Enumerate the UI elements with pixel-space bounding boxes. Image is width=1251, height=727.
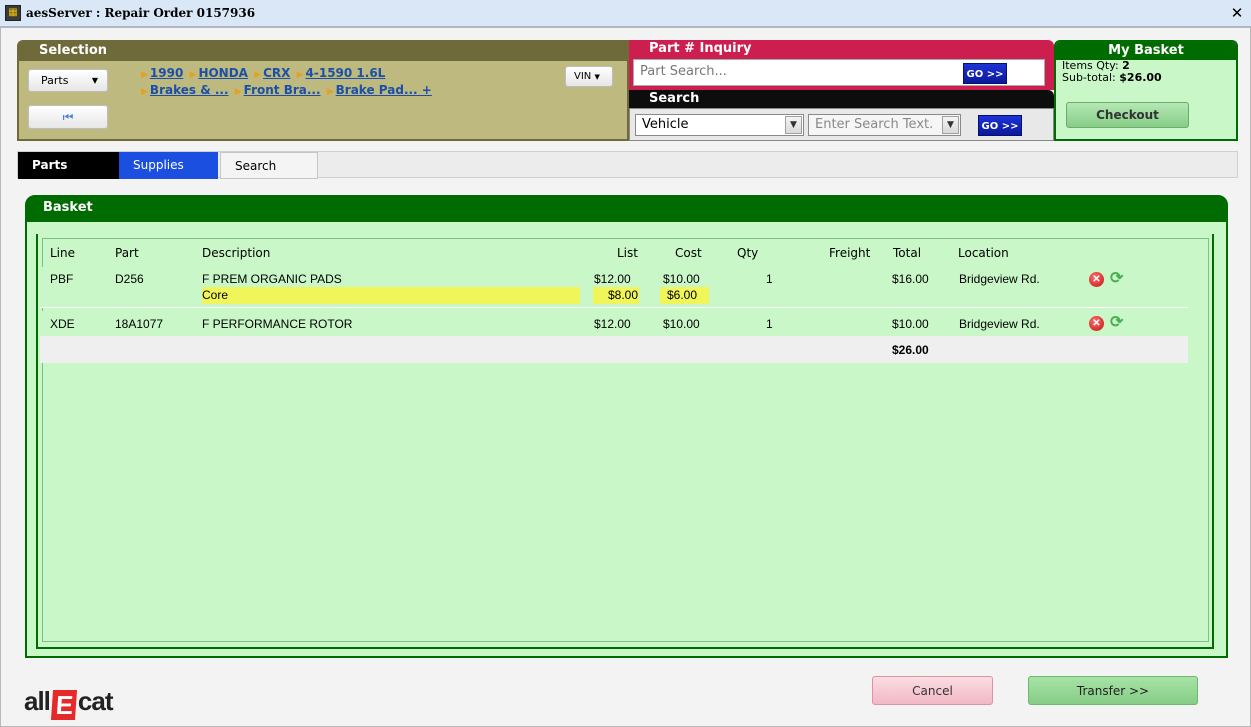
selection-header: Selection <box>19 42 627 61</box>
parts-dropdown-label: Parts <box>41 74 69 87</box>
core-cost-price: $6.00 <box>660 287 709 304</box>
row-description: F PREM ORGANIC PADS <box>202 272 342 286</box>
my-basket-panel: My Basket Items Qty: 2 Sub-total: $26.00… <box>1054 40 1238 141</box>
col-list: List <box>617 246 638 260</box>
part-inquiry-header: Part # Inquiry <box>649 41 752 56</box>
core-label: Core <box>202 288 229 302</box>
row-cost: $10.00 <box>663 272 700 286</box>
title-bar: ▦ aesServer : Repair Order 0157936 ✕ <box>0 0 1251 27</box>
search-header: Search <box>649 91 700 106</box>
col-part: Part <box>115 246 139 260</box>
row-qty: 1 <box>766 272 773 286</box>
col-cost: Cost <box>675 246 702 260</box>
caret-down-icon: ▼ <box>91 76 98 85</box>
tab-bar: Parts Supplies Search <box>17 151 1238 179</box>
row-description: F PERFORMANCE ROTOR <box>202 317 353 331</box>
crumb-model[interactable]: CRX <box>263 66 290 80</box>
totals-row: $26.00 <box>40 336 1188 363</box>
breadcrumb: ▶ 1990 ▶ HONDA ▶ CRX ▶ 4-1590 1.6L ▶ Brakes &… <box>141 66 432 97</box>
tab-search[interactable]: Search <box>220 152 318 179</box>
search-body: Vehicle ▼ Enter Search Text. ▼ GO >> <box>629 108 1054 141</box>
row-part: D256 <box>115 272 144 286</box>
sub-total-value: $26.00 <box>1119 71 1162 84</box>
close-icon[interactable]: ✕ <box>1229 5 1245 21</box>
col-location: Location <box>958 246 1009 260</box>
window-title: aesServer : Repair Order 0157936 <box>26 6 256 20</box>
crumb-parttype[interactable]: Brake Pad... + <box>336 83 432 97</box>
col-line: Line <box>50 246 76 260</box>
crumb-make[interactable]: HONDA <box>198 66 248 80</box>
parts-dropdown[interactable]: Parts ▼ <box>28 69 108 92</box>
row-qty: 1 <box>766 317 773 331</box>
crumb-year[interactable]: 1990 <box>150 66 183 80</box>
search-panel: Search Vehicle ▼ Enter Search Text. ▼ GO… <box>629 90 1054 141</box>
sub-total: Sub-total: $26.00 <box>1062 71 1162 84</box>
grand-total: $26.00 <box>892 343 929 357</box>
crumb-engine[interactable]: 4-1590 1.6L <box>306 66 386 80</box>
remove-icon[interactable]: ✕ <box>1089 272 1104 287</box>
col-description: Description <box>202 246 271 260</box>
row-cost: $10.00 <box>663 317 700 331</box>
part-inquiry-go-button[interactable]: GO >> <box>963 63 1007 84</box>
chevron-down-icon: ▼ <box>942 116 959 134</box>
table-header: Line Part Description List Cost Qty Frei… <box>40 238 1188 265</box>
col-total: Total <box>893 246 922 260</box>
search-text-input[interactable]: Enter Search Text. ▼ <box>808 114 961 136</box>
chevron-down-icon: ▼ <box>785 116 802 134</box>
part-inquiry-panel: Part # Inquiry Part Search... GO >> <box>629 40 1054 90</box>
tab-parts[interactable]: Parts <box>18 152 119 179</box>
vin-label: VIN <box>574 71 592 82</box>
cancel-button[interactable]: Cancel <box>872 676 993 705</box>
search-type-value: Vehicle <box>642 117 689 132</box>
row-line: PBF <box>50 272 74 286</box>
refresh-icon[interactable]: ⟳ <box>1110 315 1128 331</box>
crumb-category[interactable]: Brakes & ... <box>150 83 229 97</box>
col-qty: Qty <box>737 246 759 260</box>
search-go-button[interactable]: GO >> <box>978 115 1022 136</box>
caret-down-icon: ▼ <box>594 73 600 81</box>
first-page-icon[interactable]: ⏮ <box>28 105 108 129</box>
table-row[interactable]: PBF D256 F PREM ORGANIC PADS $12.00 $10.… <box>40 267 1188 308</box>
search-type-select[interactable]: Vehicle ▼ <box>635 114 804 136</box>
table-row[interactable]: XDE 18A1077 F PERFORMANCE ROTOR $12.00 $… <box>40 311 1188 336</box>
app-icon: ▦ <box>5 5 21 21</box>
basket-header: Basket <box>27 197 1226 222</box>
transfer-button[interactable]: Transfer >> <box>1028 676 1198 705</box>
row-line: XDE <box>50 317 75 331</box>
vin-dropdown[interactable]: VIN ▼ <box>565 66 613 87</box>
checkout-button[interactable]: Checkout <box>1066 102 1189 128</box>
allecat-logo: all Ecat <box>24 686 113 720</box>
refresh-icon[interactable]: ⟳ <box>1110 271 1128 287</box>
core-row-highlight: Core <box>202 287 580 304</box>
selection-panel: Selection Parts ▼ ⏮ ▶ 1990 ▶ HONDA ▶ CRX ▶ 4… <box>17 40 629 141</box>
col-freight: Freight <box>829 246 871 260</box>
row-list: $12.00 <box>594 272 631 286</box>
row-list: $12.00 <box>594 317 631 331</box>
row-total: $16.00 <box>892 272 929 286</box>
row-total: $10.00 <box>892 317 929 331</box>
remove-icon[interactable]: ✕ <box>1089 316 1104 331</box>
crumb-subcategory[interactable]: Front Bra... <box>244 83 321 97</box>
row-location: Bridgeview Rd. <box>959 272 1040 286</box>
core-list-price: $8.00 <box>593 287 639 304</box>
my-basket-header: My Basket <box>1056 42 1236 60</box>
row-part: 18A1077 <box>115 317 164 331</box>
search-text-placeholder: Enter Search Text. <box>815 117 934 132</box>
row-location: Bridgeview Rd. <box>959 317 1040 331</box>
tab-supplies[interactable]: Supplies <box>119 152 218 179</box>
